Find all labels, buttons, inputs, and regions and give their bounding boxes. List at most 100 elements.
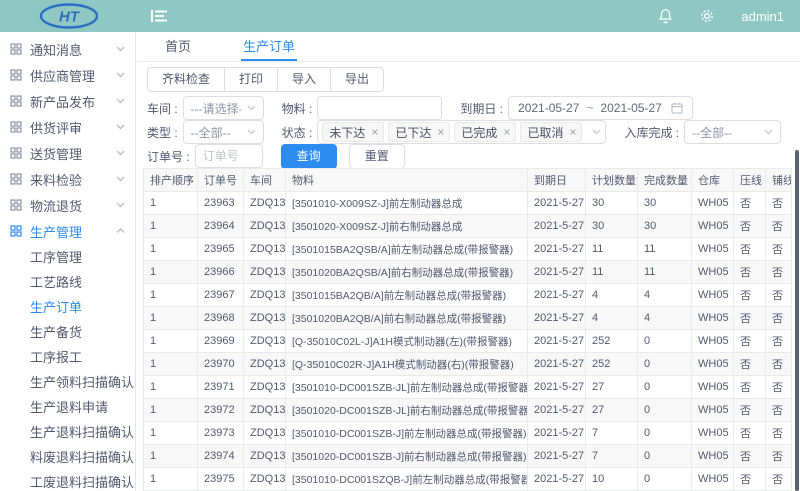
type-select[interactable]: --全部-- [183,120,264,144]
sidebar-item[interactable]: 送货管理 [0,140,135,166]
sidebar-subitem[interactable]: 工废退料扫描确认 [0,469,135,491]
table-row[interactable]: 123970ZDQ13[Q-35010C02R-J]A1H模式制动器(右)(带报… [144,353,792,376]
bell-icon[interactable] [658,8,673,24]
table-cell: 252 [586,353,638,376]
chevron-down-icon [116,124,125,130]
status-multiselect[interactable]: 未下达×已下达×已完成×已取消× [317,120,606,144]
sidebar-subitem[interactable]: 生产退料申请 [0,394,135,419]
sidebar-item[interactable]: 物流退货 [0,192,135,218]
close-icon[interactable]: × [368,126,381,138]
table-cell: 2021-5-27 [528,399,586,422]
table-cell: 否 [734,261,766,284]
due-date-range[interactable]: 2021-05-27 ~ 2021-05-27 [508,96,693,120]
app-logo: HT [0,3,137,29]
username[interactable]: admin1 [741,9,784,24]
reset-button[interactable]: 重置 [349,144,405,169]
sidebar-item[interactable]: 供货评审 [0,114,135,140]
table-cell: ZDQ13 [244,261,286,284]
sidebar-item[interactable]: 来料检验 [0,166,135,192]
svg-text:HT: HT [59,9,81,26]
table-cell: 否 [766,215,792,238]
table-row[interactable]: 123975ZDQ13[3501010-DC001SZQB-J]前左制动器总成(… [144,468,792,491]
table-cell: 2021-5-27 [528,284,586,307]
tab[interactable]: 生产订单 [241,32,297,61]
main-content: 首页 生产订单 齐料检查打印导入导出 车间 : ---请选择--- 物料 : 到期… [137,32,800,491]
toolbar-button[interactable]: 导出 [330,67,384,92]
table-cell: 1 [144,307,198,330]
table-cell: ZDQ13 [244,399,286,422]
table-cell: 0 [638,353,692,376]
grid-icon [10,95,22,107]
sidebar-item[interactable]: 通知消息 [0,36,135,62]
table-cell: 2021-5-27 [528,445,586,468]
table-cell: 否 [734,307,766,330]
table-row[interactable]: 123969ZDQ13[Q-35010C02L-J]A1H模式制动器(左)(带报… [144,330,792,353]
toolbar-button[interactable]: 齐料检查 [147,67,225,92]
sidebar-subitem[interactable]: 工艺路线 [0,269,135,294]
table-cell: WH05 [692,215,734,238]
table-cell: 2021-5-27 [528,307,586,330]
sidebar-subitem[interactable]: 工序管理 [0,244,135,269]
close-icon[interactable]: × [500,126,513,138]
table-cell: 否 [766,192,792,215]
column-header: 到期日 [528,169,586,192]
table-row[interactable]: 123967ZDQ13[3501015BA2QB/A]前左制动器总成(带报警器)… [144,284,792,307]
close-icon[interactable]: × [434,126,447,138]
table-row[interactable]: 123968ZDQ13[3501020BA2QB/A]前右制动器总成(带报警器)… [144,307,792,330]
column-header: 车间 [244,169,286,192]
table-cell: 252 [586,330,638,353]
table-row[interactable]: 123965ZDQ13[3501015BA2QSB/A]前左制动器总成(带报警器… [144,238,792,261]
sidebar-subitem[interactable]: 生产订单 [0,294,135,319]
table-cell: 否 [766,399,792,422]
gear-icon[interactable] [699,8,715,24]
table-row[interactable]: 123971ZDQ13[3501010-DC001SZB-JL]前左制动器总成(… [144,376,792,399]
workshop-select[interactable]: ---请选择--- [183,96,264,120]
table-cell: 否 [734,399,766,422]
sidebar-subitem[interactable]: 生产退料扫描确认 [0,419,135,444]
material-input[interactable] [317,96,442,120]
order-no-input[interactable] [195,144,263,168]
filter-panel: 车间 : ---请选择--- 物料 : 到期日 : 2021-05-27 ~ 2… [137,96,800,168]
tab[interactable]: 首页 [163,32,193,61]
close-icon[interactable]: × [566,126,579,138]
table-row[interactable]: 123964ZDQ13[3501020-X009SZ-J]前右制动器总成2021… [144,215,792,238]
chevron-down-icon [116,150,125,156]
scrollbar-thumb[interactable] [795,150,799,491]
sidebar-item[interactable]: 新产品发布 [0,88,135,114]
table-cell: 0 [638,468,692,491]
toolbar-button[interactable]: 打印 [224,67,278,92]
search-button[interactable]: 查询 [281,144,337,169]
toolbar-button[interactable]: 导入 [277,67,331,92]
sidebar-item-label: 通知消息 [30,40,116,59]
table-cell: 否 [734,376,766,399]
sidebar-item[interactable]: 生产管理 [0,218,135,244]
table-row[interactable]: 123973ZDQ13[3501010-DC001SZB-J]前左制动器总成(带… [144,422,792,445]
column-header: 计划数量 [586,169,638,192]
table-row[interactable]: 123963ZDQ13[3501010-X009SZ-J]前左制动器总成2021… [144,192,792,215]
sidebar-subitem[interactable]: 工序报工 [0,344,135,369]
table-cell: [3501020-DC001SZB-JL]前右制动器总成(带报警器)(老气室) [286,399,528,422]
sidebar-subitem[interactable]: 料废退料扫描确认 [0,444,135,469]
status-tag: 未下达× [322,122,384,142]
table-row[interactable]: 123966ZDQ13[3501020BA2QSB/A]前右制动器总成(带报警器… [144,261,792,284]
table-cell: 23965 [198,238,244,261]
table-row[interactable]: 123972ZDQ13[3501020-DC001SZB-JL]前右制动器总成(… [144,399,792,422]
table-cell: WH05 [692,353,734,376]
table-cell: [3501015BA2QB/A]前左制动器总成(带报警器) [286,284,528,307]
sidebar-item[interactable]: 供应商管理 [0,62,135,88]
table-cell: 23964 [198,215,244,238]
vertical-scrollbar[interactable] [795,150,799,491]
table-row[interactable]: 123974ZDQ13[3501020-DC001SZB-J]前右制动器总成(带… [144,445,792,468]
orders-table: 排产顺序订单号车间物料到期日计划数量完成数量仓库压线铺线 123963ZDQ13… [143,168,792,491]
sidebar-subitem[interactable]: 生产领料扫描确认 [0,369,135,394]
sidebar-item-label: 生产管理 [30,222,116,241]
table-cell: 23973 [198,422,244,445]
sidebar-subitem[interactable]: 生产备货 [0,319,135,344]
table-cell: 否 [766,376,792,399]
table-cell: 1 [144,284,198,307]
table-cell: 23963 [198,192,244,215]
table-cell: 2021-5-27 [528,215,586,238]
table-cell: 1 [144,422,198,445]
menu-fold-icon[interactable] [151,9,167,23]
storage-done-select[interactable]: --全部-- [684,120,781,144]
